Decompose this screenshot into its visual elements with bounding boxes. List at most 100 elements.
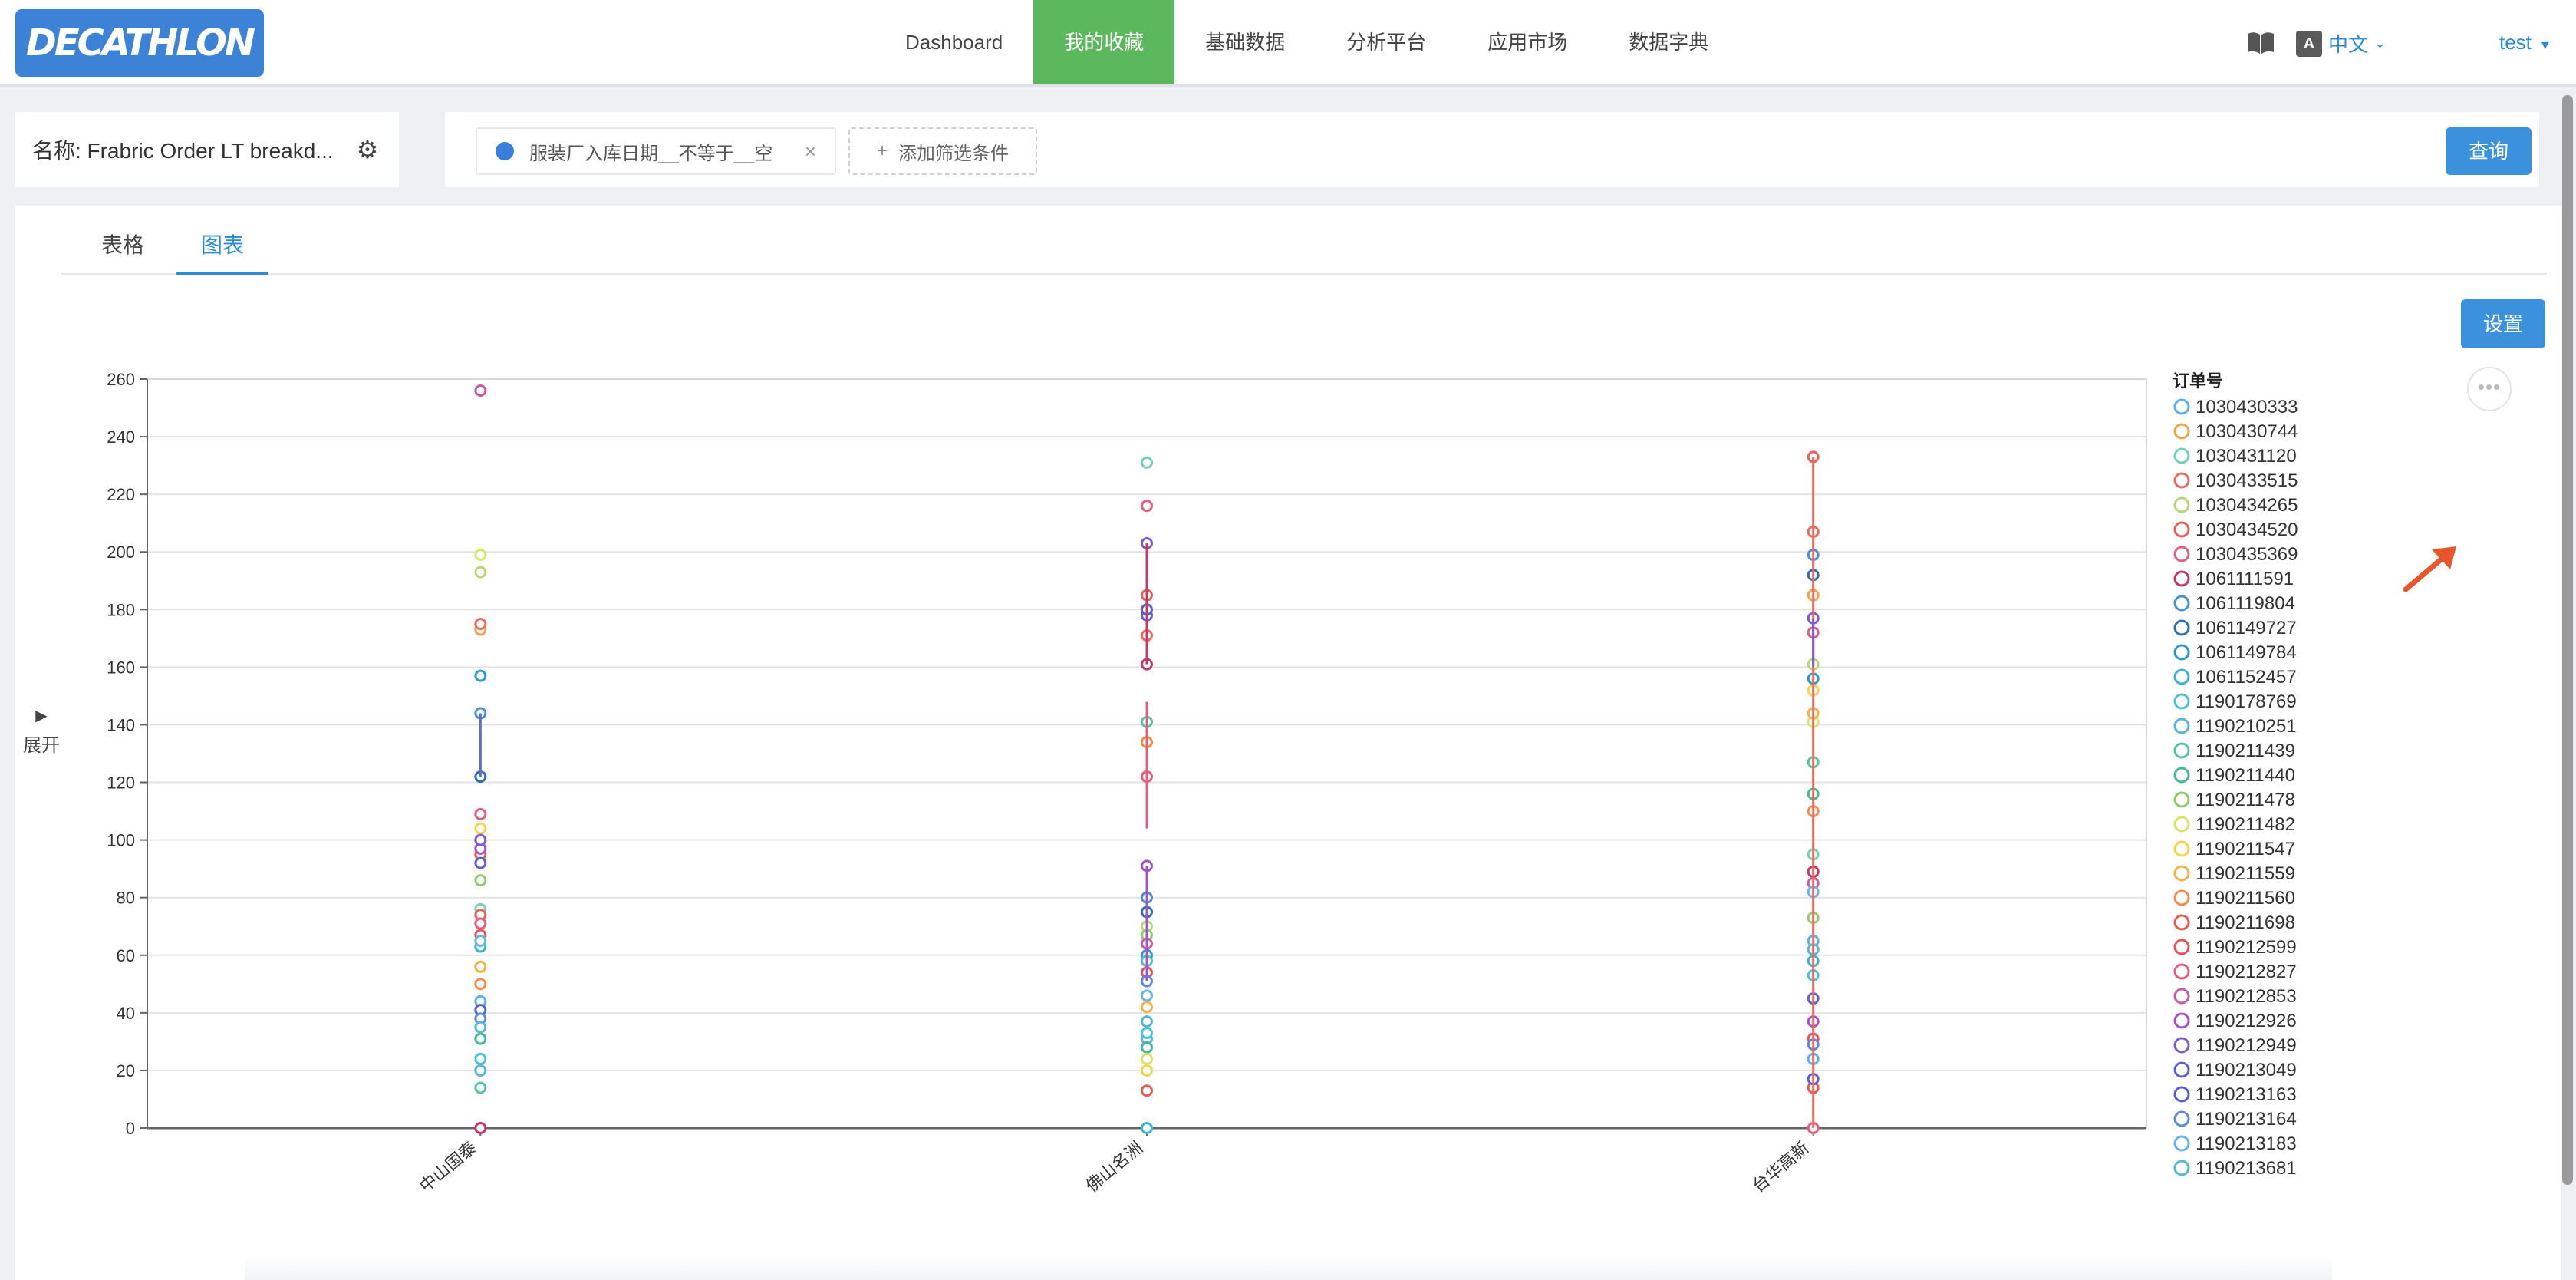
legend-marker bbox=[2173, 521, 2190, 538]
legend-marker bbox=[2173, 1012, 2190, 1029]
data-point bbox=[474, 618, 487, 631]
legend-entry: 1190212926 bbox=[2196, 1011, 2297, 1031]
legend-marker bbox=[2173, 889, 2190, 906]
data-point bbox=[1141, 1052, 1153, 1065]
data-point bbox=[474, 1052, 487, 1065]
legend-marker bbox=[2173, 496, 2190, 513]
legend-entry: 1190213049 bbox=[2196, 1060, 2297, 1080]
legend-entry: 1190212827 bbox=[2196, 962, 2297, 982]
y-tick-label: 20 bbox=[117, 1061, 135, 1080]
report-name: 名称: Frabric Order LT breakd... bbox=[32, 139, 334, 163]
plus-icon: + bbox=[876, 140, 888, 161]
data-point bbox=[1141, 500, 1153, 513]
data-point bbox=[474, 833, 487, 846]
legend-marker bbox=[2173, 398, 2190, 415]
y-tick-label: 80 bbox=[117, 889, 135, 908]
y-tick-label: 100 bbox=[107, 831, 135, 850]
legend-entry: 1190212853 bbox=[2196, 986, 2297, 1007]
legend-marker bbox=[2173, 718, 2190, 734]
nav-item-0[interactable]: Dashboard bbox=[875, 0, 1033, 84]
nav-item-1[interactable]: 我的收藏 bbox=[1033, 0, 1175, 84]
x-tick-label: 中山国泰 bbox=[416, 1138, 479, 1196]
filter-chip[interactable]: 服装厂入库日期__不等于__空 × bbox=[476, 127, 836, 175]
data-point bbox=[1141, 1122, 1153, 1134]
legend-marker bbox=[2173, 865, 2190, 882]
legend-entry: 1190213681 bbox=[2196, 1158, 2297, 1179]
settings-button[interactable]: 设置 bbox=[2461, 299, 2545, 348]
decathlon-logo[interactable]: DECATHLON bbox=[15, 9, 264, 77]
legend-marker bbox=[2173, 1110, 2190, 1127]
y-tick-label: 60 bbox=[117, 946, 135, 965]
annotation-arrow-icon bbox=[2403, 546, 2456, 592]
nav-item-3[interactable]: 分析平台 bbox=[1316, 0, 1457, 84]
main-panel: 表格 图表 设置 ••• ▶ 展开 0 20 40 60 80 100 120 140 160 1… bbox=[15, 206, 2561, 1280]
book-icon[interactable] bbox=[2246, 31, 2275, 55]
y-tick-label: 140 bbox=[107, 715, 135, 734]
data-point bbox=[474, 1122, 487, 1134]
data-point bbox=[1141, 1001, 1153, 1014]
nav-item-4[interactable]: 应用市场 bbox=[1457, 0, 1598, 84]
y-tick-label: 120 bbox=[107, 774, 135, 793]
data-point bbox=[1141, 456, 1153, 469]
add-filter-button[interactable]: + 添加筛选条件 bbox=[848, 127, 1037, 175]
user-menu[interactable]: test ▼ bbox=[2499, 31, 2551, 54]
main-nav: Dashboard 我的收藏 基础数据 分析平台 应用市场 数据字典 bbox=[875, 0, 1739, 84]
legend-marker bbox=[2173, 595, 2190, 612]
legend-entry: 1190211559 bbox=[2196, 863, 2295, 884]
gear-icon[interactable]: ⚙ bbox=[357, 135, 379, 164]
data-point bbox=[474, 1081, 487, 1094]
filter-chip-label: 服装厂入库日期__不等于__空 bbox=[529, 143, 773, 164]
data-point bbox=[1141, 1027, 1153, 1040]
legend-entry: 1190211482 bbox=[2196, 814, 2295, 835]
legend-marker bbox=[2173, 1135, 2190, 1152]
data-point bbox=[1141, 1084, 1153, 1097]
legend-entry: 1190211698 bbox=[2196, 912, 2295, 933]
data-point bbox=[1141, 1064, 1153, 1077]
filter-dot-icon bbox=[496, 142, 514, 160]
legend-marker bbox=[2173, 742, 2190, 759]
legend-entry: 1190211547 bbox=[2196, 839, 2295, 859]
data-point bbox=[474, 1064, 487, 1077]
query-button[interactable]: 查询 bbox=[2446, 127, 2532, 175]
legend-marker bbox=[2173, 1160, 2190, 1176]
language-label: 中文 bbox=[2328, 33, 2369, 56]
legend-entry: 1030430744 bbox=[2196, 421, 2298, 442]
user-name: test bbox=[2499, 31, 2532, 54]
data-point bbox=[474, 384, 487, 398]
legend-entry: 1030434520 bbox=[2196, 520, 2298, 540]
add-filter-label: 添加筛选条件 bbox=[898, 143, 1009, 164]
legend-entry: 1190211439 bbox=[2196, 741, 2295, 761]
legend-marker bbox=[2173, 914, 2190, 931]
legend-marker bbox=[2173, 816, 2190, 833]
legend-entry: 1190213164 bbox=[2196, 1109, 2297, 1130]
legend-marker bbox=[2173, 619, 2190, 636]
bottom-fade bbox=[245, 1255, 2332, 1280]
data-point bbox=[1141, 989, 1153, 1002]
legend-marker bbox=[2173, 939, 2190, 955]
nav-item-2[interactable]: 基础数据 bbox=[1174, 0, 1316, 84]
y-tick-label: 260 bbox=[107, 370, 135, 389]
legend-entry: 1030433515 bbox=[2196, 470, 2298, 491]
data-point bbox=[474, 856, 487, 869]
data-point bbox=[474, 917, 487, 930]
language-switcher[interactable]: A 中文 ⌄ bbox=[2296, 29, 2386, 58]
legend-entry: 1190210251 bbox=[2196, 716, 2297, 737]
scatter-chart: 0 20 40 60 80 100 120 140 160 180 200 220 240 260 中山国泰… bbox=[107, 370, 2298, 1196]
legend-marker bbox=[2173, 447, 2190, 464]
close-icon[interactable]: × bbox=[805, 140, 816, 163]
report-name-card: 名称: Frabric Order LT breakd... ⚙ bbox=[15, 112, 399, 187]
legend-marker bbox=[2173, 644, 2190, 661]
legend-marker bbox=[2173, 423, 2190, 440]
legend-marker bbox=[2173, 840, 2190, 857]
data-point bbox=[474, 566, 487, 579]
nav-item-5[interactable]: 数据字典 bbox=[1598, 0, 1739, 84]
legend-entry: 1030430333 bbox=[2196, 397, 2298, 417]
scrollbar[interactable] bbox=[2562, 95, 2573, 1185]
legend-marker bbox=[2173, 472, 2190, 489]
y-tick-label: 200 bbox=[107, 543, 135, 562]
legend-entry: 1190213183 bbox=[2196, 1133, 2297, 1154]
data-point bbox=[474, 1032, 487, 1045]
legend-marker bbox=[2173, 570, 2190, 587]
more-options-icon[interactable]: ••• bbox=[2467, 367, 2512, 411]
legend-entry: 1190211478 bbox=[2196, 790, 2295, 810]
